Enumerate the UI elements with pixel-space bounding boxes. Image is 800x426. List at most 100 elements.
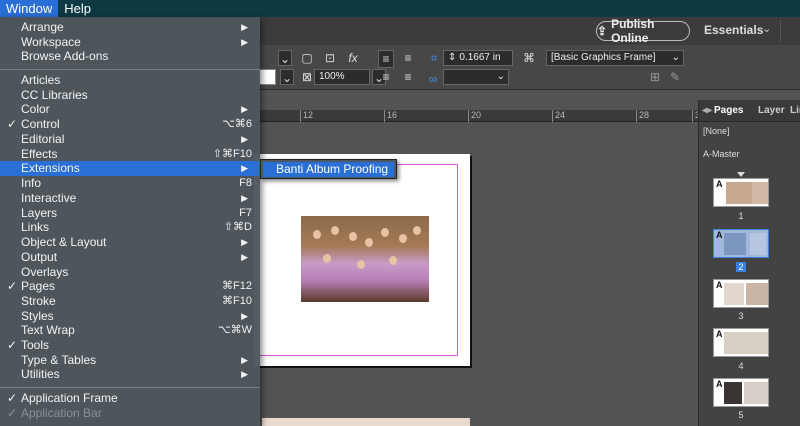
chevron-down-icon[interactable]: ⌄ bbox=[280, 69, 294, 85]
fill-swatch[interactable] bbox=[258, 69, 276, 85]
menu-item-color[interactable]: Color ▶ bbox=[0, 102, 260, 117]
menu-window[interactable]: Window bbox=[0, 0, 59, 17]
fit-content-icon[interactable]: ⊡ bbox=[323, 50, 337, 66]
submenu-arrow-icon: ▶ bbox=[241, 163, 248, 173]
menu-item-links[interactable]: Links ⇧⌘D bbox=[0, 220, 260, 235]
photo-detail bbox=[331, 226, 339, 235]
stroke-weight-dropdown[interactable]: ⌄ bbox=[278, 50, 292, 66]
checkmark-icon: ✓ bbox=[7, 338, 18, 352]
submenu-arrow-icon: ▶ bbox=[241, 355, 248, 365]
edit-icon[interactable]: ✎ bbox=[668, 69, 682, 85]
page-thumbnail[interactable]: A bbox=[713, 328, 769, 357]
menu-item-utilities[interactable]: Utilities ▶ bbox=[0, 367, 260, 382]
menu-separator bbox=[0, 69, 260, 70]
menu-item-articles[interactable]: Articles bbox=[0, 73, 260, 88]
publish-online-button[interactable]: ⇪ Publish Online bbox=[596, 17, 690, 45]
menu-item-browse-add-ons[interactable]: Browse Add-ons bbox=[0, 49, 260, 64]
menu-item-type-tables[interactable]: Type & Tables ▶ bbox=[0, 353, 260, 368]
menu-item-effects[interactable]: Effects ⇧⌘F10 bbox=[0, 147, 260, 162]
submenu-item-banti-album-proofing[interactable]: Banti Album Proofing bbox=[263, 162, 394, 177]
page-thumbnail-selected[interactable]: A bbox=[713, 229, 769, 258]
thumb-image bbox=[726, 182, 752, 204]
menu-item-styles[interactable]: Styles ▶ bbox=[0, 309, 260, 324]
page-number[interactable]: 1 bbox=[736, 211, 746, 221]
thumb-image bbox=[744, 382, 768, 404]
align-right-icon[interactable]: ≡ bbox=[378, 69, 394, 85]
page-thumbnail[interactable]: A bbox=[713, 279, 769, 308]
next-page-preview bbox=[262, 418, 470, 426]
menu-item-stroke[interactable]: Stroke ⌘F10 bbox=[0, 294, 260, 309]
menu-item-text-wrap[interactable]: Text Wrap ⌥⌘W bbox=[0, 323, 260, 338]
ruler-label: 20 bbox=[471, 110, 482, 120]
thumb-image bbox=[724, 283, 744, 305]
submenu-arrow-icon: ▶ bbox=[241, 134, 248, 144]
menu-item-layers[interactable]: Layers F7 bbox=[0, 206, 260, 221]
menu-item-application-frame[interactable]: ✓ Application Frame bbox=[0, 391, 260, 406]
page-number[interactable]: 5 bbox=[736, 410, 746, 420]
menu-help[interactable]: Help bbox=[58, 0, 97, 17]
fx-icon[interactable]: fx bbox=[346, 50, 360, 66]
object-style-dropdown[interactable]: [Basic Graphics Frame] ⌄ bbox=[546, 50, 684, 66]
menu-item-cc-libraries[interactable]: CC Libraries bbox=[0, 88, 260, 103]
link-icon[interactable]: ∞ bbox=[428, 71, 438, 87]
page-number[interactable]: 4 bbox=[736, 361, 746, 371]
chevron-down-icon: ⌄ bbox=[671, 52, 680, 63]
secondary-dropdown[interactable]: ⌄ bbox=[443, 69, 509, 85]
photo-detail bbox=[399, 234, 407, 243]
align-center-icon[interactable]: ≡ bbox=[400, 50, 416, 66]
thumb-image bbox=[724, 332, 768, 354]
current-page-marker-icon bbox=[737, 172, 745, 177]
menu-item-editorial[interactable]: Editorial ▶ bbox=[0, 132, 260, 147]
menu-item-shortcut: ⌥⌘6 bbox=[222, 118, 252, 130]
menu-item-label: Arrange bbox=[21, 20, 64, 34]
panel-collapse-icon[interactable]: ◂▸ bbox=[702, 105, 712, 116]
stepper-icon[interactable]: ⇕ bbox=[448, 52, 456, 63]
checkmark-icon: ✓ bbox=[7, 391, 18, 405]
menu-item-workspace[interactable]: Workspace ▶ bbox=[0, 35, 260, 50]
reference-point-icon[interactable]: ⌗ bbox=[427, 50, 441, 66]
photo-detail bbox=[365, 238, 373, 247]
workspace-switcher[interactable]: Essentials bbox=[704, 23, 763, 37]
tab-links[interactable]: Lir bbox=[790, 105, 800, 116]
clear-overrides-icon[interactable]: ⊞ bbox=[648, 69, 662, 85]
ruler-label: 16 bbox=[387, 110, 398, 120]
menu-item-arrange[interactable]: Arrange ▶ bbox=[0, 20, 260, 35]
menu-item-extensions[interactable]: Extensions ▶ bbox=[0, 161, 260, 176]
master-prefix: A bbox=[716, 179, 723, 189]
none-master[interactable]: [None] bbox=[703, 126, 730, 136]
menu-item-tools[interactable]: ✓ Tools bbox=[0, 338, 260, 353]
submenu-arrow-icon: ▶ bbox=[241, 193, 248, 203]
justify-icon[interactable]: ≡ bbox=[400, 69, 416, 85]
a-master[interactable]: A-Master bbox=[703, 149, 740, 159]
page-number[interactable]: 3 bbox=[736, 311, 746, 321]
menu-item-object-layout[interactable]: Object & Layout ▶ bbox=[0, 235, 260, 250]
menu-item-pages[interactable]: ✓ Pages ⌘F12 bbox=[0, 279, 260, 294]
menu-item-output[interactable]: Output ▶ bbox=[0, 250, 260, 265]
page-number-selected[interactable]: 2 bbox=[736, 262, 746, 272]
app-search-button[interactable] bbox=[780, 20, 800, 42]
menu-item-label: Editorial bbox=[21, 132, 65, 146]
menu-item-label: Extensions bbox=[21, 161, 80, 175]
master-prefix: A bbox=[716, 230, 723, 240]
fit-frame-icon[interactable]: ▢ bbox=[300, 50, 314, 66]
zoom-field[interactable]: 100% bbox=[314, 69, 370, 85]
chevron-down-icon[interactable]: ⌄ bbox=[762, 22, 771, 35]
placed-photo[interactable] bbox=[301, 216, 429, 302]
align-left-icon[interactable]: ≡ bbox=[378, 50, 394, 68]
tab-layers[interactable]: Layer bbox=[758, 105, 785, 116]
offset-value: 0.1667 in bbox=[459, 52, 501, 63]
ruler-tick bbox=[692, 110, 693, 122]
menu-item-label: Text Wrap bbox=[21, 323, 75, 337]
object-style-value: [Basic Graphics Frame] bbox=[551, 52, 656, 63]
tab-pages[interactable]: Pages bbox=[714, 105, 743, 116]
menu-item-overlays[interactable]: Overlays bbox=[0, 265, 260, 280]
page-thumbnail[interactable]: A bbox=[713, 378, 769, 407]
photo-detail bbox=[389, 256, 397, 265]
menu-item-interactive[interactable]: Interactive ▶ bbox=[0, 191, 260, 206]
submenu-arrow-icon: ▶ bbox=[241, 37, 248, 47]
menu-item-control[interactable]: ✓ Control ⌥⌘6 bbox=[0, 117, 260, 132]
offset-field[interactable]: ⇕ 0.1667 in bbox=[443, 50, 513, 66]
master-prefix: A bbox=[716, 280, 723, 290]
page-thumbnail[interactable]: A bbox=[713, 178, 769, 207]
menu-item-info[interactable]: Info F8 bbox=[0, 176, 260, 191]
